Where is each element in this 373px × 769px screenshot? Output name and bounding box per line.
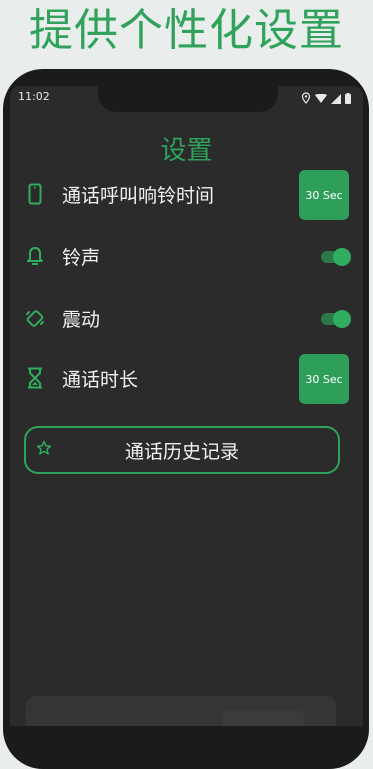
vibration-label: 震动 (62, 308, 101, 331)
setting-row-vibration: 震动 (24, 294, 351, 342)
ringtone-label: 铃声 (62, 246, 101, 269)
wifi-icon (315, 89, 327, 108)
signal-icon (331, 89, 341, 108)
vibration-toggle[interactable] (321, 310, 351, 328)
toggle-knob (333, 248, 351, 266)
setting-row-call-duration: 通话时长 30 Sec (24, 354, 349, 404)
location-icon (301, 89, 311, 108)
camera-notch (98, 86, 278, 112)
setting-row-ringtone: 铃声 (24, 232, 351, 280)
battery-icon (345, 89, 351, 108)
toggle-knob (333, 310, 351, 328)
ringtone-toggle[interactable] (321, 248, 351, 266)
status-icons (301, 89, 351, 108)
phone-icon (24, 181, 46, 207)
bottom-panel (26, 696, 336, 726)
call-history-button[interactable]: 通话历史记录 (24, 426, 340, 474)
page-title: 设置 (160, 136, 213, 166)
bell-icon (24, 243, 46, 269)
status-time: 11:02 (18, 90, 50, 103)
call-duration-button[interactable]: 30 Sec (299, 354, 349, 404)
vibrate-icon (24, 305, 46, 331)
setting-row-ring-time: 通话呼叫响铃时间 30 Sec (24, 170, 349, 220)
call-history-label: 通话历史记录 (124, 440, 239, 463)
bottom-panel-slot (222, 710, 304, 726)
ring-time-button[interactable]: 30 Sec (299, 170, 349, 220)
hourglass-icon (24, 365, 46, 391)
banner-title: 提供个性化设置 (29, 5, 344, 56)
app-screen: 11:02 设置 通话呼叫响铃时间 30 Sec 铃声 震动 通话时长 30 S… (10, 86, 363, 726)
